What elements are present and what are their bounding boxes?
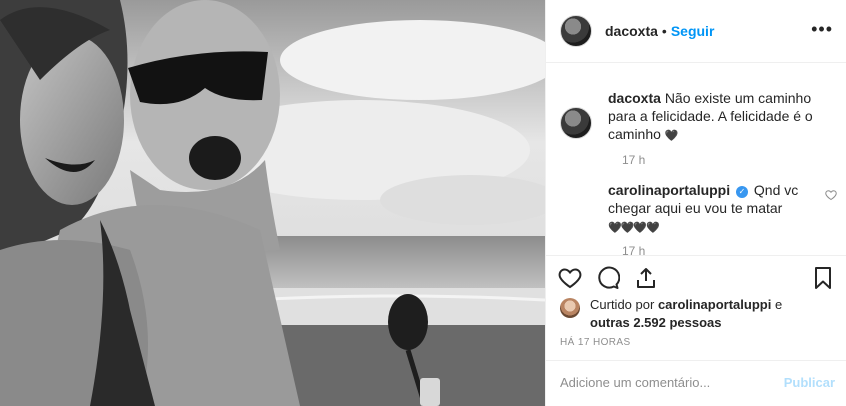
verified-badge-icon: ✓ — [736, 186, 749, 198]
post-photo[interactable] — [0, 0, 545, 406]
comment-time: 17 h — [622, 244, 646, 255]
comment-text: carolinaportaluppi ✓ Qnd vc chegar aqui … — [608, 181, 808, 237]
add-comment-bar: Publicar — [546, 360, 846, 406]
separator-dot: • — [661, 23, 667, 39]
likes-others[interactable]: outras 2.592 pessoas — [590, 315, 722, 330]
bookmark-icon[interactable] — [811, 266, 835, 290]
share-icon[interactable] — [634, 266, 658, 290]
post-timestamp[interactable]: HÁ 17 HORAS — [560, 337, 631, 348]
comments-list: dacoxta Não existe um caminho para a fel… — [546, 63, 846, 255]
add-comment-input[interactable] — [560, 375, 770, 390]
instagram-post: dacoxta • Seguir ••• dacoxta Não existe … — [0, 0, 846, 406]
post-header: dacoxta • Seguir ••• — [546, 0, 846, 63]
likes-prefix: Curtido por — [590, 297, 655, 312]
photo-grayscale-image — [0, 0, 545, 406]
black-hearts-emoji: 🖤🖤🖤🖤 — [608, 222, 660, 234]
likes-conjunction: e — [774, 297, 783, 312]
follow-button[interactable]: Seguir — [671, 23, 715, 39]
post-side-panel: dacoxta • Seguir ••• dacoxta Não existe … — [545, 0, 846, 406]
publish-button[interactable]: Publicar — [784, 375, 835, 390]
liker-username[interactable]: carolinaportaluppi — [658, 297, 771, 312]
caption-username[interactable]: dacoxta — [608, 90, 661, 106]
author-avatar[interactable] — [560, 15, 592, 47]
caption-time: 17 h — [622, 153, 646, 167]
author-username[interactable]: dacoxta — [605, 23, 658, 39]
post-actions: Curtido por carolinaportaluppi e outras … — [546, 255, 846, 405]
caption-text: dacoxta Não existe um caminho para a fel… — [608, 89, 840, 145]
comment-icon[interactable] — [596, 266, 620, 290]
heart-outline-icon[interactable] — [558, 266, 582, 290]
liker-avatar[interactable] — [560, 298, 580, 318]
action-icons — [558, 266, 658, 290]
more-options-icon[interactable]: ••• — [811, 20, 833, 38]
caption-avatar[interactable] — [560, 107, 592, 139]
likes-summary: Curtido por carolinaportaluppi e outras … — [560, 296, 820, 332]
comment-like-icon[interactable] — [825, 189, 837, 204]
black-heart-emoji: 🖤 — [664, 130, 679, 142]
comment-username[interactable]: carolinaportaluppi — [608, 182, 730, 198]
